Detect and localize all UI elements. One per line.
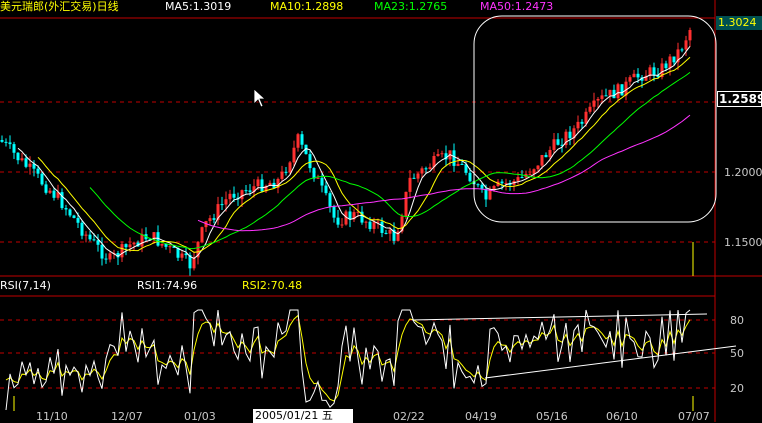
crosshair-price-tag: 1.2589 xyxy=(717,91,762,107)
rsi-tick-label: 20 xyxy=(730,382,744,395)
chart-title: 美元瑞郎(外汇交易)日线 xyxy=(0,0,119,13)
price-gridlines xyxy=(0,101,715,243)
stock-chart[interactable] xyxy=(0,0,762,422)
current-price-tag: 1.3024 xyxy=(716,16,762,30)
ma10-value: MA10:1.2898 xyxy=(270,0,344,13)
rsi-tick-label: 80 xyxy=(730,314,744,327)
cursor-date-box: 2005/01/21 五 xyxy=(253,409,353,423)
ma5-line xyxy=(17,45,691,259)
x-axis-label: 06/10 xyxy=(606,410,638,423)
x-axis-label: 01/03 xyxy=(184,410,216,423)
x-axis-label: 12/07 xyxy=(111,410,143,423)
ma50-value: MA50:1.2473 xyxy=(480,0,554,13)
ma5-value: MA5:1.3019 xyxy=(165,0,232,13)
moving-average-lines xyxy=(17,45,691,259)
highlight-rounded-box[interactable] xyxy=(473,15,717,223)
x-axis-label: 11/10 xyxy=(36,410,68,423)
ma23-value: MA23:1.2765 xyxy=(374,0,448,13)
mouse-cursor-icon xyxy=(253,88,267,108)
price-tick-label: 1.2000 xyxy=(724,166,762,179)
rsi1-value: RSI1:74.96 xyxy=(137,279,198,292)
x-axis-label: 04/19 xyxy=(465,410,497,423)
x-axis-label: 02/22 xyxy=(393,410,425,423)
ma50-line xyxy=(197,114,691,232)
x-axis-label: 07/07 xyxy=(678,410,710,423)
price-tick-label: 1.1500 xyxy=(724,236,762,249)
rsi-lower-trendline[interactable] xyxy=(484,345,737,379)
rsi-tick-label: 50 xyxy=(730,347,744,360)
x-axis-label: 05/16 xyxy=(536,410,568,423)
rsi2-value: RSI2:70.48 xyxy=(242,279,303,292)
ma10-line xyxy=(37,56,691,253)
rsi1-line xyxy=(5,309,691,411)
rsi-lines xyxy=(5,309,691,411)
chart-frame xyxy=(0,0,762,422)
candlesticks xyxy=(0,27,692,276)
rsi-title: RSI(7,14) xyxy=(0,279,51,292)
